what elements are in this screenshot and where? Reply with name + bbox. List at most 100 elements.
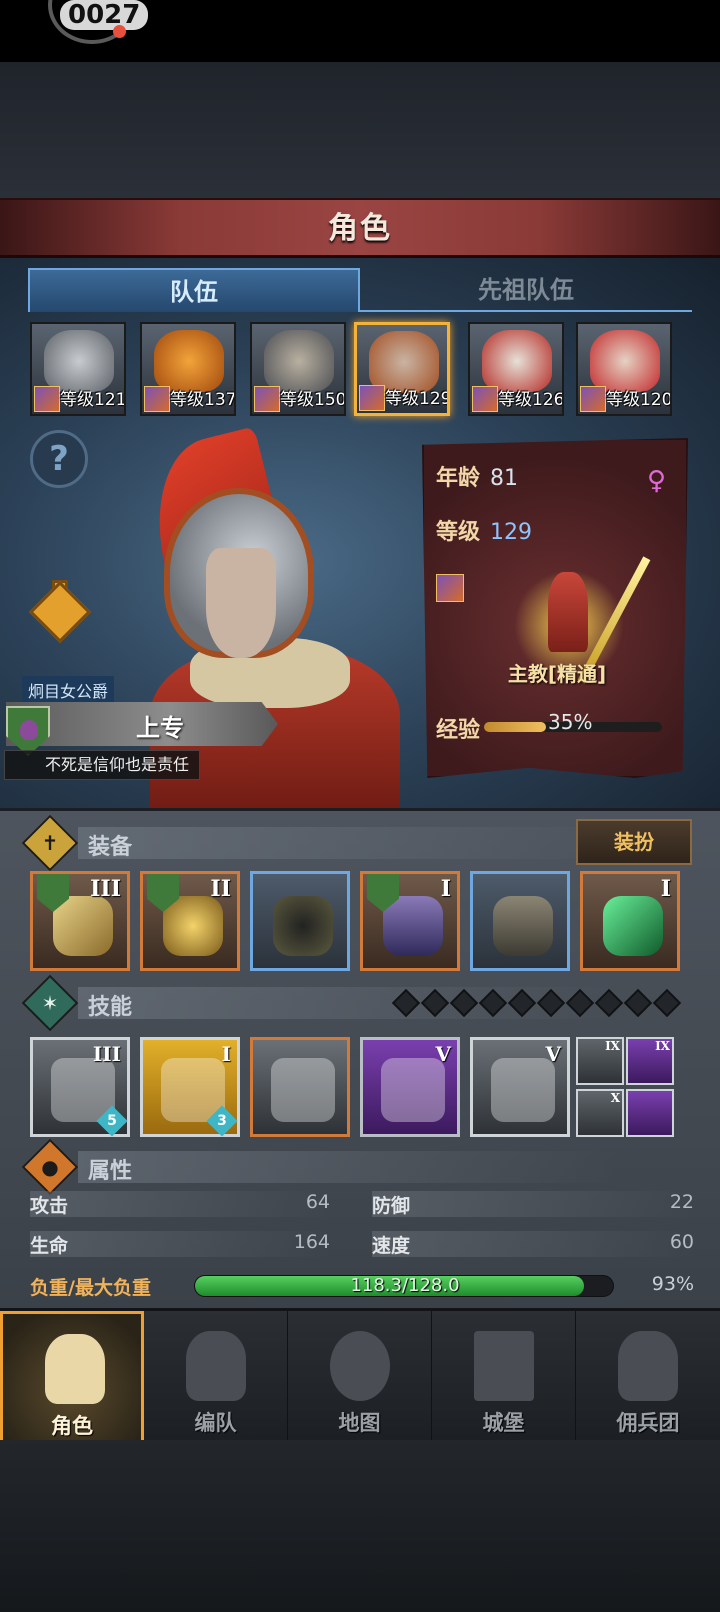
- trait-name: 上专: [136, 714, 184, 742]
- trait-description: 不死是信仰也是责任: [4, 750, 200, 780]
- mini-skill[interactable]: X: [576, 1089, 624, 1137]
- page-title-bar: 角色: [0, 198, 720, 258]
- class-icon: [580, 386, 606, 412]
- skill-slot-selected[interactable]: [250, 1037, 350, 1137]
- nav-castle[interactable]: 城堡: [432, 1311, 576, 1443]
- tab-ancestor-team[interactable]: 先祖队伍: [360, 268, 692, 312]
- skill-points: [391, 988, 686, 1018]
- nav-mercenary[interactable]: 佣兵团: [576, 1311, 720, 1443]
- class-icon: [436, 574, 464, 602]
- skill-tier: X: [610, 1091, 620, 1105]
- roster-level: 等级129: [385, 389, 450, 409]
- nav-map[interactable]: 地图: [288, 1311, 432, 1443]
- roster-slot[interactable]: 等级126: [468, 322, 564, 416]
- age-row: 年龄 81: [436, 460, 518, 492]
- load-percent: 93%: [651, 1273, 694, 1295]
- roster-level: 等级150: [280, 390, 346, 410]
- equipment-label: 装备: [88, 835, 133, 860]
- nav-formation[interactable]: 编队: [144, 1311, 288, 1443]
- skill-tier: V: [545, 1042, 561, 1066]
- stat-label: 攻击: [30, 1195, 69, 1217]
- armor-icon: [383, 896, 443, 956]
- load-label: 负重/最大负重: [30, 1277, 151, 1299]
- roster-level: 等级126: [498, 390, 564, 410]
- skill-slot[interactable]: I 3: [140, 1037, 240, 1137]
- cross-icon: ✝: [21, 814, 79, 872]
- stat-attack: 攻击 64: [30, 1191, 330, 1217]
- level-value: 129: [490, 520, 533, 545]
- stat-defense: 防御 22: [372, 1191, 694, 1217]
- equip-slot-hood[interactable]: [250, 871, 350, 971]
- roster-slot[interactable]: 等级137: [140, 322, 236, 416]
- skill-tier: I: [221, 1042, 231, 1066]
- star-icon: ✶: [21, 974, 79, 1032]
- knight-icon: [45, 1334, 105, 1404]
- potion-button[interactable]: [28, 578, 92, 644]
- stat-value: 64: [305, 1191, 330, 1213]
- nav-label: 角色: [51, 1414, 93, 1438]
- santa-portrait-icon: [482, 330, 552, 392]
- skill-slot[interactable]: III 5: [30, 1037, 130, 1137]
- prayer-skill-icon: [271, 1058, 335, 1122]
- skill-row: III 5 I 3 V V IX IX X: [30, 1037, 694, 1137]
- equip-tier: I: [440, 876, 451, 902]
- stat-label: 速度: [372, 1235, 411, 1257]
- roster-slot[interactable]: 等级120: [576, 322, 672, 416]
- notification-dot: [113, 25, 126, 38]
- class-icon: [144, 386, 170, 412]
- attributes-label: 属性: [88, 1159, 133, 1184]
- equip-slot-armor[interactable]: I: [360, 871, 460, 971]
- compass-icon: [330, 1331, 390, 1401]
- skill-slot[interactable]: V: [360, 1037, 460, 1137]
- mini-skill[interactable]: IX: [576, 1037, 624, 1085]
- nav-character[interactable]: 角色: [0, 1311, 144, 1443]
- roster-level: 等级120: [606, 390, 672, 410]
- tab-team[interactable]: 队伍: [28, 268, 360, 312]
- roster-slot[interactable]: 等级121: [30, 322, 126, 416]
- age-label: 年龄: [436, 466, 481, 491]
- stat-speed: 速度 60: [372, 1231, 694, 1257]
- boots-icon: [493, 896, 553, 956]
- skill-count-badge: 5: [96, 1105, 128, 1137]
- equip-slot-book[interactable]: II: [140, 871, 240, 971]
- load-bar: 118.3/128.0: [194, 1275, 614, 1297]
- roster-level: 等级137: [170, 390, 236, 410]
- skill-count-badge: 3: [206, 1105, 238, 1137]
- mini-skill[interactable]: IX: [626, 1037, 674, 1085]
- stat-value: 22: [669, 1191, 694, 1213]
- level-row: 等级 129: [436, 514, 532, 546]
- stat-hp: 生命 164: [30, 1231, 330, 1257]
- castle-icon: [474, 1331, 534, 1401]
- class-icon: [254, 386, 280, 412]
- equip-tier: III: [90, 876, 121, 902]
- class-icon: [34, 386, 60, 412]
- equip-tier: I: [660, 876, 671, 902]
- bottom-navigation: 角色 编队 地图 城堡 佣兵团: [0, 1308, 720, 1443]
- question-icon: ?: [49, 439, 69, 479]
- help-button[interactable]: ?: [30, 430, 88, 488]
- attributes-header: ● 属性: [21, 1138, 692, 1196]
- skill-slot[interactable]: V: [470, 1037, 570, 1137]
- banner-icon: [618, 1331, 678, 1401]
- skill-tier: III: [92, 1042, 121, 1066]
- santa-hat-portrait-icon: [590, 330, 660, 392]
- bottom-background: [0, 1440, 720, 1612]
- class-name: 主教[精通]: [507, 662, 607, 686]
- skill-tier: V: [435, 1042, 451, 1066]
- top-band: [0, 62, 720, 198]
- roster-level: 等级121: [60, 390, 126, 410]
- stat-label: 生命: [30, 1235, 69, 1257]
- equip-slot-weapon[interactable]: III: [30, 871, 130, 971]
- status-bar: 0027: [0, 0, 720, 62]
- mini-skill[interactable]: [626, 1089, 674, 1137]
- nav-label: 城堡: [482, 1411, 525, 1435]
- equip-slot-gem[interactable]: I: [580, 871, 680, 971]
- roster-slot-selected[interactable]: 等级129: [354, 322, 450, 416]
- roster-slot[interactable]: 等级150: [250, 322, 346, 416]
- outfit-button[interactable]: 装扮: [576, 819, 692, 865]
- nav-label: 地图: [338, 1411, 381, 1435]
- stat-value: 60: [669, 1231, 694, 1253]
- exp-label: 经验: [436, 718, 481, 743]
- equip-slot-boots[interactable]: [470, 871, 570, 971]
- hero-title-tag: 炯目女公爵: [22, 676, 115, 704]
